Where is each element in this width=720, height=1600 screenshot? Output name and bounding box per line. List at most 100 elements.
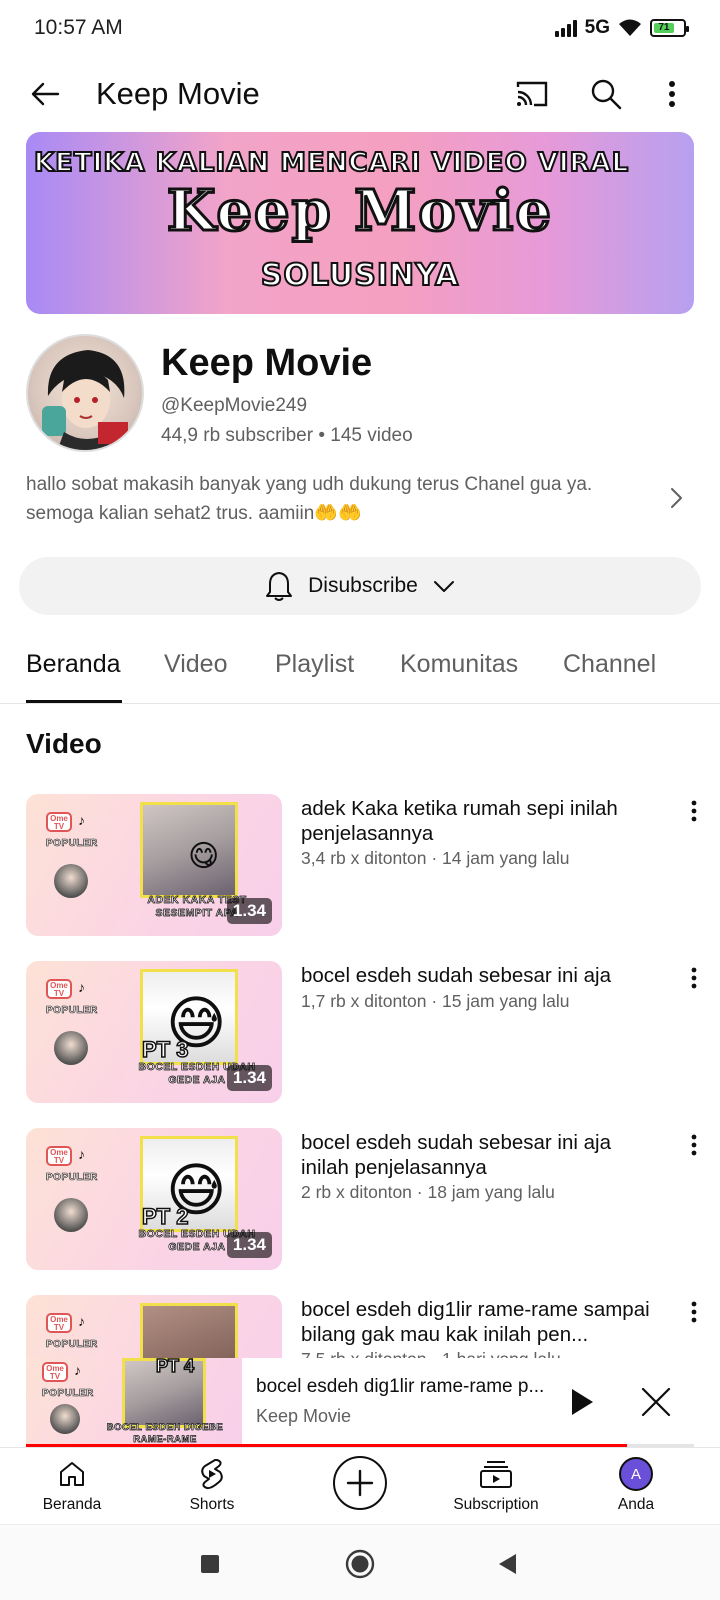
description-expand-button[interactable]: [662, 484, 690, 512]
nav-shorts[interactable]: Shorts: [152, 1456, 272, 1514]
nav-you-label: Anda: [617, 1496, 655, 1513]
channel-avatar[interactable]: [26, 334, 144, 452]
ome-tv-icon: Ome TV: [46, 1313, 72, 1333]
subscribed-button[interactable]: Disubscribe: [19, 557, 701, 615]
video-more-button[interactable]: [682, 1297, 706, 1327]
subscriptions-icon: [480, 1461, 512, 1488]
search-button[interactable]: [586, 74, 626, 114]
video-duration: 1.34: [226, 1065, 272, 1091]
populer-label: POPULER: [46, 1339, 98, 1351]
tiktok-icon: ♪: [78, 979, 85, 995]
video-meta: 1,7 rb x ditonton · 15 jam yang lalu: [301, 991, 570, 1011]
video-title[interactable]: bocel esdeh dig1lir rame-rame sampai bil…: [301, 1297, 661, 1347]
video-list-item[interactable]: Ome TV ♪ POPULER 😅 PT 3 BOCEL ESDEH UDAH…: [0, 961, 720, 1103]
thumb-avatar: [54, 1198, 88, 1232]
populer-label: POPULER: [46, 1005, 98, 1017]
section-title: Video: [26, 728, 102, 759]
more-vert-icon: [691, 1301, 697, 1323]
play-button[interactable]: [560, 1380, 604, 1424]
video-more-button[interactable]: [682, 796, 706, 826]
shorts-icon: [201, 1459, 223, 1490]
channel-name: Keep Movie: [161, 342, 373, 384]
video-more-button[interactable]: [682, 1130, 706, 1160]
thumb-caption: BOCEL ESDEH DIGEBE RAME-RAME: [106, 1422, 224, 1446]
home-system-button[interactable]: [343, 1547, 377, 1581]
banner-text-title: Keep Movie: [165, 177, 554, 246]
video-meta: 2 rb x ditonton · 18 jam yang lalu: [301, 1182, 555, 1202]
video-thumbnail[interactable]: Ome TV ♪ POPULER 😅 PT 3 BOCEL ESDEH UDAH…: [26, 961, 282, 1103]
avatar-illustration: [42, 350, 128, 450]
create-button[interactable]: [333, 1456, 387, 1510]
tiktok-icon: ♪: [78, 1313, 85, 1329]
user-avatar: A: [619, 1457, 653, 1491]
recents-button[interactable]: [193, 1547, 227, 1581]
back-button[interactable]: [28, 76, 64, 112]
nav-home[interactable]: Beranda: [12, 1456, 132, 1514]
video-title[interactable]: bocel esdeh sudah sebesar ini aja: [301, 963, 661, 988]
status-bar: 10:57 AM 5G 71: [0, 0, 720, 56]
video-list-item[interactable]: Ome TV ♪ POPULER 😅 PT 2 BOCEL ESDEH UDAH…: [0, 1128, 720, 1270]
back-system-button[interactable]: [490, 1547, 524, 1581]
tiktok-icon: ♪: [78, 812, 85, 828]
thumb-part-label: PT 2: [141, 1203, 189, 1230]
ome-tiktok-logo: Ome TV ♪ POPULER: [46, 979, 106, 1016]
circle-icon: [345, 1549, 375, 1579]
video-thumbnail[interactable]: Ome TV ♪ POPULER 😋 ADEK KAKA TEST SESEMP…: [26, 794, 282, 936]
more-vert-icon: [669, 81, 675, 107]
ome-tv-icon: Ome TV: [46, 1146, 72, 1166]
channel-description[interactable]: hallo sobat makasih banyak yang udh duku…: [26, 470, 636, 528]
status-indicators: 5G 71: [554, 17, 689, 39]
thumb-avatar: [54, 1031, 88, 1065]
nav-shorts-label: Shorts: [189, 1496, 235, 1513]
thumb-avatar: [54, 864, 88, 898]
video-title[interactable]: adek Kaka ketika rumah sepi inilah penje…: [301, 796, 661, 846]
ome-tv-icon: Ome TV: [42, 1362, 68, 1382]
app-bar-title: Keep Movie: [96, 76, 260, 111]
nav-subscriptions-label: Subscription: [453, 1496, 539, 1513]
ome-tiktok-logo: Ome TV ♪ POPULER: [46, 1313, 106, 1350]
tab-community[interactable]: Komunitas: [400, 650, 518, 679]
chevron-down-icon: [433, 581, 454, 592]
video-title[interactable]: bocel esdeh sudah sebesar ini aja inilah…: [301, 1130, 661, 1180]
channel-tabs: Beranda Video Playlist Komunitas Channel: [0, 640, 720, 706]
more-options-button[interactable]: [652, 74, 692, 114]
nav-home-label: Beranda: [42, 1496, 102, 1513]
banner-text-bottom: SOLUSINYA: [260, 257, 460, 294]
mini-player-thumbnail[interactable]: Ome TV ♪ POPULER PT 4 BOCEL ESDEH DIGEBE…: [26, 1358, 242, 1446]
close-icon: [641, 1387, 671, 1417]
cast-button[interactable]: [512, 74, 552, 114]
tab-channels[interactable]: Channel: [563, 650, 656, 679]
populer-label: POPULER: [46, 838, 98, 850]
video-list-item[interactable]: Ome TV ♪ POPULER 😋 ADEK KAKA TEST SESEMP…: [0, 794, 720, 936]
nav-subscriptions[interactable]: Subscription: [436, 1456, 556, 1514]
network-type: 5G: [584, 17, 610, 38]
tab-home[interactable]: Beranda: [26, 650, 121, 679]
tab-playlists[interactable]: Playlist: [275, 650, 354, 679]
mini-player-channel: Keep Movie: [256, 1406, 352, 1426]
battery-icon: 71: [650, 19, 689, 37]
thumb-part-label: PT 4: [155, 1358, 195, 1377]
back-arrow-icon: [31, 82, 60, 106]
more-vert-icon: [691, 967, 697, 989]
system-navigation-bar: [0, 1524, 720, 1600]
video-duration: 1.34: [226, 1232, 272, 1258]
more-vert-icon: [691, 1134, 697, 1156]
signal-icon: [554, 19, 577, 37]
video-duration: 1.34: [226, 898, 272, 924]
bottom-navigation: Beranda Shorts Subscription A Anda: [0, 1447, 720, 1523]
mini-player-title[interactable]: bocel esdeh dig1lir rame-rame p...: [256, 1376, 546, 1398]
subscribed-label: Disubscribe: [308, 574, 418, 597]
status-time: 10:57 AM: [34, 16, 123, 39]
populer-label: POPULER: [46, 1172, 98, 1184]
ome-tv-icon: Ome TV: [46, 979, 72, 999]
nav-you[interactable]: A Anda: [576, 1456, 696, 1514]
ome-tv-icon: Ome TV: [46, 812, 72, 832]
video-thumbnail[interactable]: Ome TV ♪ POPULER 😅 PT 2 BOCEL ESDEH UDAH…: [26, 1128, 282, 1270]
wifi-icon: [619, 19, 641, 36]
video-more-button[interactable]: [682, 963, 706, 993]
tiktok-icon: ♪: [74, 1362, 81, 1378]
mini-player[interactable]: Ome TV ♪ POPULER PT 4 BOCEL ESDEH DIGEBE…: [0, 1358, 720, 1446]
populer-label: POPULER: [42, 1388, 94, 1400]
close-button[interactable]: [634, 1380, 678, 1424]
tab-videos[interactable]: Video: [164, 650, 228, 679]
